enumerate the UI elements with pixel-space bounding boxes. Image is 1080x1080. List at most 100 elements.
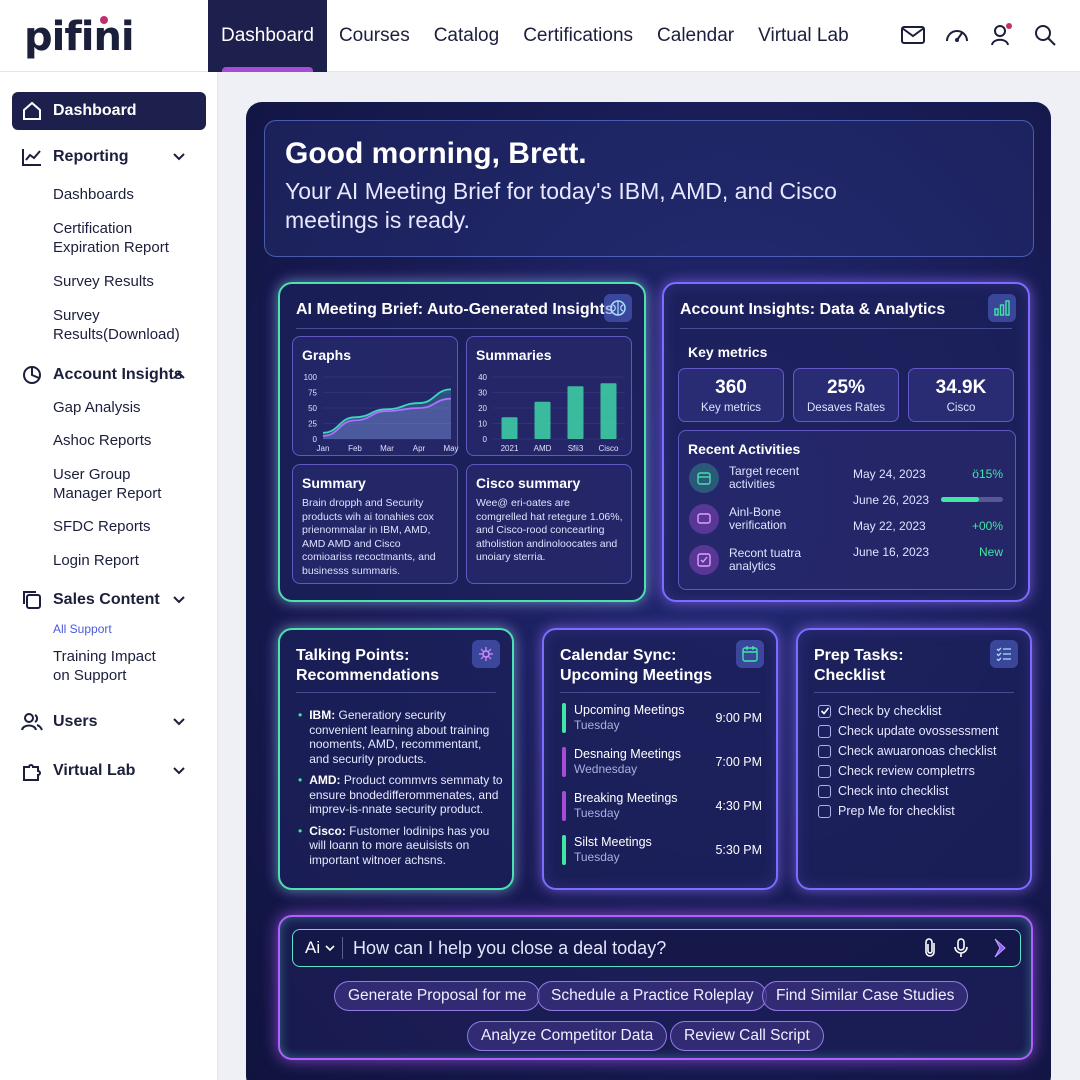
cisco-summary-panel: Cisco summary Wee@ eri-oates are comgrel… [466, 464, 632, 584]
x-tick-label: AMD [534, 444, 552, 453]
sidebar-subitem-ashoc-reports[interactable]: Ashoc Reports [53, 431, 151, 450]
checklist-item[interactable]: Check update ovossessment [818, 724, 999, 738]
mail-icon[interactable] [900, 22, 926, 48]
panel-title: Recent Activities [688, 441, 801, 457]
user-icon[interactable] [988, 22, 1014, 48]
x-tick-label: Apr [413, 444, 426, 453]
activity-item[interactable]: Ainl-Bone verification [689, 504, 829, 534]
sidebar-subitem-login-report[interactable]: Login Report [53, 551, 139, 570]
area-chart: 0 25 50 75 100 Jan Feb Mar Apr May [304, 373, 459, 453]
metric-card: 34.9K Cisco [908, 368, 1014, 422]
suggestion-chip[interactable]: Generate Proposal for me [334, 981, 541, 1011]
sidebar-item-account-insights[interactable]: Account Insights [12, 364, 206, 386]
checklist-icon[interactable] [990, 640, 1018, 668]
sidebar-subitem-all-support[interactable]: All Support [53, 620, 112, 639]
checkbox[interactable] [818, 724, 831, 738]
checkbox[interactable] [818, 784, 831, 798]
sidebar-item-users[interactable]: Users [12, 711, 206, 733]
bar [567, 386, 584, 439]
checklist-item[interactable]: Check into checklist [818, 784, 948, 798]
sidebar-item-sales-content[interactable]: Sales Content [12, 589, 206, 611]
chevron-down-icon [325, 945, 335, 952]
sidebar-subitem-survey-results[interactable]: Survey Results [53, 272, 154, 291]
x-tick-label: 2021 [501, 444, 519, 453]
assistant-input[interactable] [353, 937, 913, 959]
send-icon[interactable] [989, 936, 1013, 960]
sidebar-item-reporting[interactable]: Reporting [12, 146, 206, 168]
y-tick-label: 40 [478, 373, 487, 382]
checklist-item[interactable]: Check by checklist [818, 704, 942, 718]
checklist-label: Prep Me for checklist [838, 804, 955, 818]
copy-icon [23, 591, 41, 609]
brain-icon[interactable] [604, 294, 632, 322]
chevron-up-icon [173, 371, 185, 379]
sidebar-label: Users [53, 713, 98, 730]
sidebar-item-dashboard[interactable]: Dashboard [12, 92, 206, 130]
meeting-row[interactable]: Breaking Meetings Tuesday 4:30 PM [562, 790, 762, 822]
sidebar-subitem-sfdc-reports[interactable]: SFDC Reports [53, 517, 151, 536]
calendar-icon[interactable] [736, 640, 764, 668]
meeting-row[interactable]: Upcoming Meetings Tuesday 9:00 PM [562, 702, 762, 734]
ai-mode-label: Ai [305, 938, 321, 957]
tab-certifications[interactable]: Certifications [511, 0, 645, 72]
tab-virtual-lab[interactable]: Virtual Lab [746, 0, 861, 72]
home-icon [23, 101, 41, 120]
x-tick-label: Mar [380, 444, 394, 453]
checkbox[interactable] [818, 804, 831, 818]
logo[interactable]: pifini [24, 14, 135, 60]
checklist-label: Check by checklist [838, 704, 942, 718]
activity-stat: New [978, 545, 1003, 559]
meeting-row[interactable]: Desnaing Meetings Wednesday 7:00 PM [562, 746, 762, 778]
greeting-subtitle: Your AI Meeting Brief for today's IBM, A… [285, 178, 837, 233]
activity-item[interactable]: Target recent activities [689, 463, 829, 493]
metric-value: 25% [826, 377, 866, 398]
checklist-item[interactable]: Check review completrrs [818, 764, 975, 778]
meeting-row[interactable]: Silst Meetings Tuesday 5:30 PM [562, 834, 762, 866]
activity-date: June 26, 2023 [853, 493, 930, 507]
sidebar-label: Reporting [53, 148, 129, 165]
network-icon[interactable] [472, 640, 500, 668]
tab-catalog[interactable]: Catalog [422, 0, 512, 72]
ai-mode-dropdown[interactable]: Ai [305, 937, 343, 959]
attachment-icon[interactable] [921, 937, 941, 959]
sidebar-subitem-dashboards[interactable]: Dashboards [53, 185, 134, 204]
sidebar-label: Sales Content [53, 591, 160, 608]
suggestion-chip[interactable]: Find Similar Case Studies [762, 981, 969, 1011]
suggestion-chip[interactable]: Schedule a Practice Roleplay [537, 981, 768, 1011]
tab-dashboard[interactable]: Dashboard [208, 0, 327, 72]
sidebar-subitem-gap-analysis[interactable]: Gap Analysis [53, 398, 141, 417]
card-title: Talking Points: Recommendations [296, 647, 440, 684]
checkbox[interactable] [818, 764, 831, 778]
sidebar-subitem-user-group[interactable]: User Group Manager Report [53, 465, 173, 503]
checklist-item[interactable]: Check awuaronoas checklist [818, 744, 996, 758]
gauge-icon[interactable] [944, 22, 970, 48]
metric-label: Cisco [946, 402, 976, 414]
meeting-time: 7:00 PM [715, 755, 762, 769]
tab-calendar[interactable]: Calendar [645, 0, 746, 72]
checkbox[interactable] [818, 744, 831, 758]
y-tick-label: 0 [313, 435, 318, 444]
meeting-time: 5:30 PM [715, 843, 762, 857]
sidebar-subitem-survey-download[interactable]: Survey Results(Download) [53, 306, 183, 344]
suggestion-chip[interactable]: Review Call Script [670, 1021, 824, 1051]
calendar-icon [689, 463, 719, 493]
activity-item[interactable]: Recont tuatra analytics [689, 545, 829, 575]
search-icon[interactable] [1032, 22, 1058, 48]
puzzle-icon [23, 764, 41, 781]
meeting-brief-card: AI Meeting Brief: Auto-Generated Insight… [278, 282, 646, 602]
x-tick-label: May [443, 444, 458, 453]
checklist-item[interactable]: Prep Me for checklist [818, 804, 955, 818]
y-tick-label: 10 [478, 420, 487, 429]
activity-date: June 16, 2023 [853, 545, 930, 559]
microphone-icon[interactable] [951, 937, 971, 959]
sidebar-subitem-training-impact[interactable]: Training Impact on Support [53, 647, 173, 685]
main-dashboard-panel: Good morning, Brett. Your AI Meeting Bri… [246, 102, 1051, 1080]
sidebar-item-virtual-lab[interactable]: Virtual Lab [12, 760, 206, 782]
tab-courses[interactable]: Courses [327, 0, 422, 72]
sidebar-subitem-certification-expiration[interactable]: Certification Expiration Report [53, 219, 183, 257]
suggestion-chip[interactable]: Analyze Competitor Data [467, 1021, 668, 1051]
activity-text: Ainl-Bone verification [729, 505, 787, 532]
activity-stat: +00% [971, 519, 1003, 533]
checkbox[interactable] [818, 704, 831, 718]
bar-chart-icon[interactable] [988, 294, 1016, 322]
